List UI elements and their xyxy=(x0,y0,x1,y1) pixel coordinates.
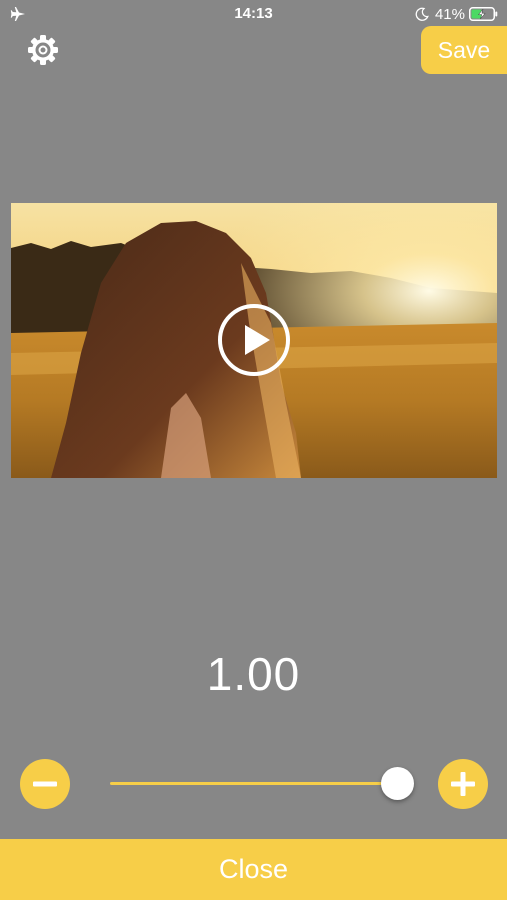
settings-button[interactable] xyxy=(25,32,61,68)
gear-icon xyxy=(28,35,58,65)
battery-percent: 41% xyxy=(434,5,465,23)
slider-thumb[interactable] xyxy=(381,767,415,800)
speed-slider[interactable] xyxy=(110,766,415,802)
battery-charging-icon xyxy=(469,7,498,21)
save-button[interactable]: Save xyxy=(421,26,507,74)
status-right-group: 41% xyxy=(415,4,499,24)
decrease-speed-button[interactable] xyxy=(20,759,70,809)
speed-editor-screen: 14:13 41% Save 1.00 Close xyxy=(0,0,507,900)
status-bar: 14:13 41% xyxy=(0,0,507,28)
plus-icon xyxy=(451,772,475,796)
play-icon[interactable] xyxy=(217,303,291,377)
minus-icon xyxy=(33,781,57,787)
video-preview[interactable] xyxy=(11,203,497,478)
close-button[interactable]: Close xyxy=(0,839,507,900)
increase-speed-button[interactable] xyxy=(438,759,488,809)
speed-value-label: 1.00 xyxy=(206,648,301,700)
slider-track xyxy=(110,782,400,785)
moon-icon xyxy=(415,7,429,21)
